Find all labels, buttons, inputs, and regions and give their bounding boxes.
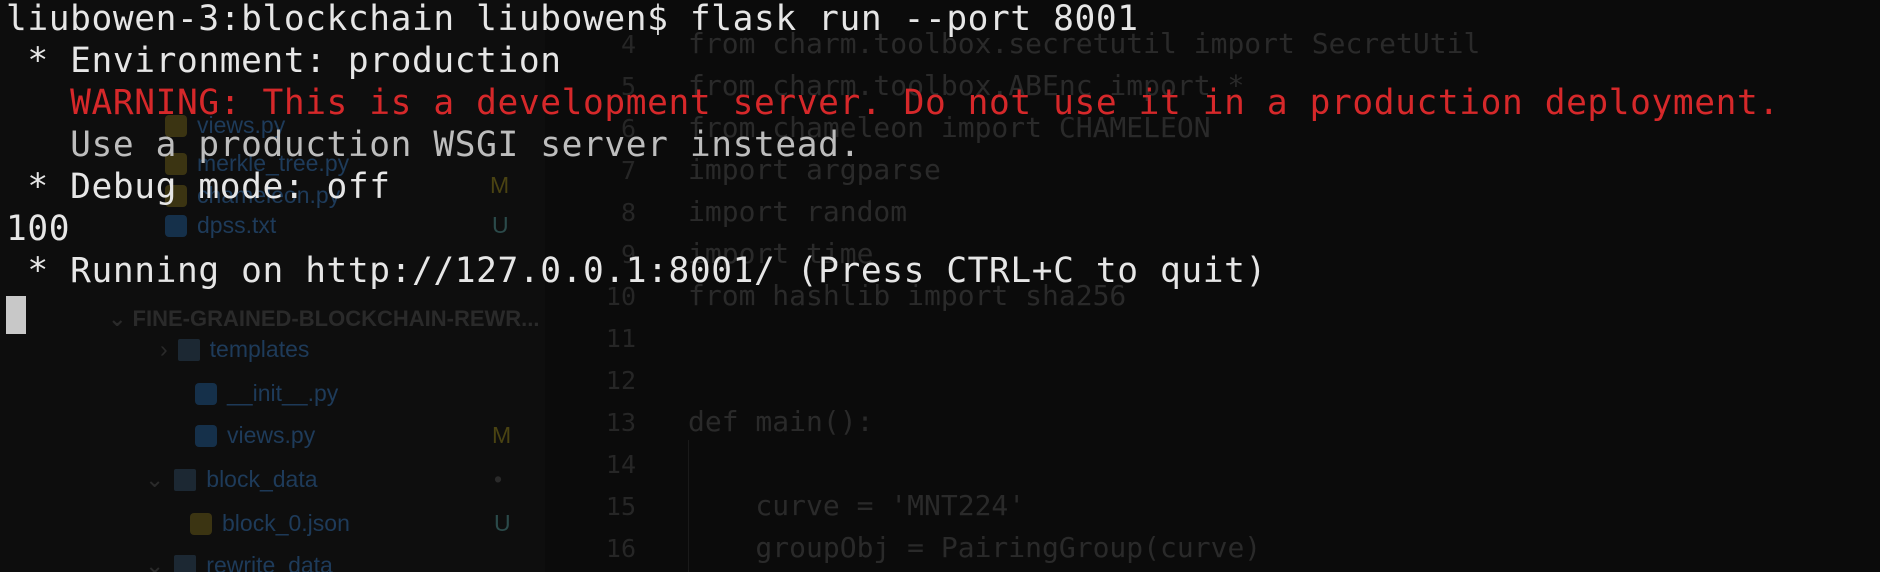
terminal-command-line: liubowen-3:blockchain liubowen$ flask ru… [6,0,1139,39]
explorer-file: __init__.py [195,380,338,407]
explorer-folder: ⌄ rewrite_data [145,552,333,572]
status-dot: • [494,466,503,492]
line-number: 16 [605,534,636,563]
python-file-icon [195,424,217,447]
folder-icon [174,468,197,491]
line-number: 14 [605,450,636,479]
chevron-right-icon: › [160,336,168,362]
untracked-badge: U [492,212,509,238]
line-number: 13 [605,408,636,437]
code-line: groupObj = PairingGroup(curve) [688,531,1262,564]
terminal-cursor [6,296,26,334]
terminal-window[interactable]: views.py merkle_tree.py chameleon.py dps… [0,0,1880,572]
untracked-badge: U [494,510,511,536]
line-number: 11 [605,324,636,353]
line-number: 15 [605,492,636,521]
terminal-running-line: * Running on http://127.0.0.1:8001/ (Pre… [6,251,1267,291]
json-file-icon [190,512,212,535]
code-line: curve = 'MNT224' [688,489,1026,522]
chevron-down-icon: ⌄ [145,466,165,492]
explorer-folder: › templates [160,336,310,362]
text-file-icon [165,214,187,237]
chevron-down-icon: ⌄ [108,306,133,331]
explorer-file: views.py [195,422,315,449]
terminal-warning-line: WARNING: This is a development server. D… [6,83,1780,123]
line-number: 8 [620,198,636,227]
modified-badge: M [492,422,512,448]
terminal-env-line: * Environment: production [6,41,562,81]
folder-icon [177,338,200,361]
code-line: def main(): [688,405,874,438]
chevron-down-icon: ⌄ [145,552,165,572]
explorer-file: dpss.txt [165,212,276,239]
indent-guide [688,440,689,572]
line-number: 12 [605,366,636,395]
folder-icon [174,554,197,572]
modified-badge: M [490,172,510,198]
explorer-file: block_0.json [190,510,350,537]
explorer-folder: ⌄ block_data [145,466,318,492]
python-file-icon [195,382,217,405]
code-line: import random [688,195,908,228]
terminal-debug-line: * Debug mode: off [6,167,391,207]
terminal-output-value: 100 [6,209,71,249]
explorer-section-title: ⌄ FINE-GRAINED-BLOCKCHAIN-REWR... [108,306,540,331]
terminal-hint-line: Use a production WSGI server instead. [6,125,861,165]
